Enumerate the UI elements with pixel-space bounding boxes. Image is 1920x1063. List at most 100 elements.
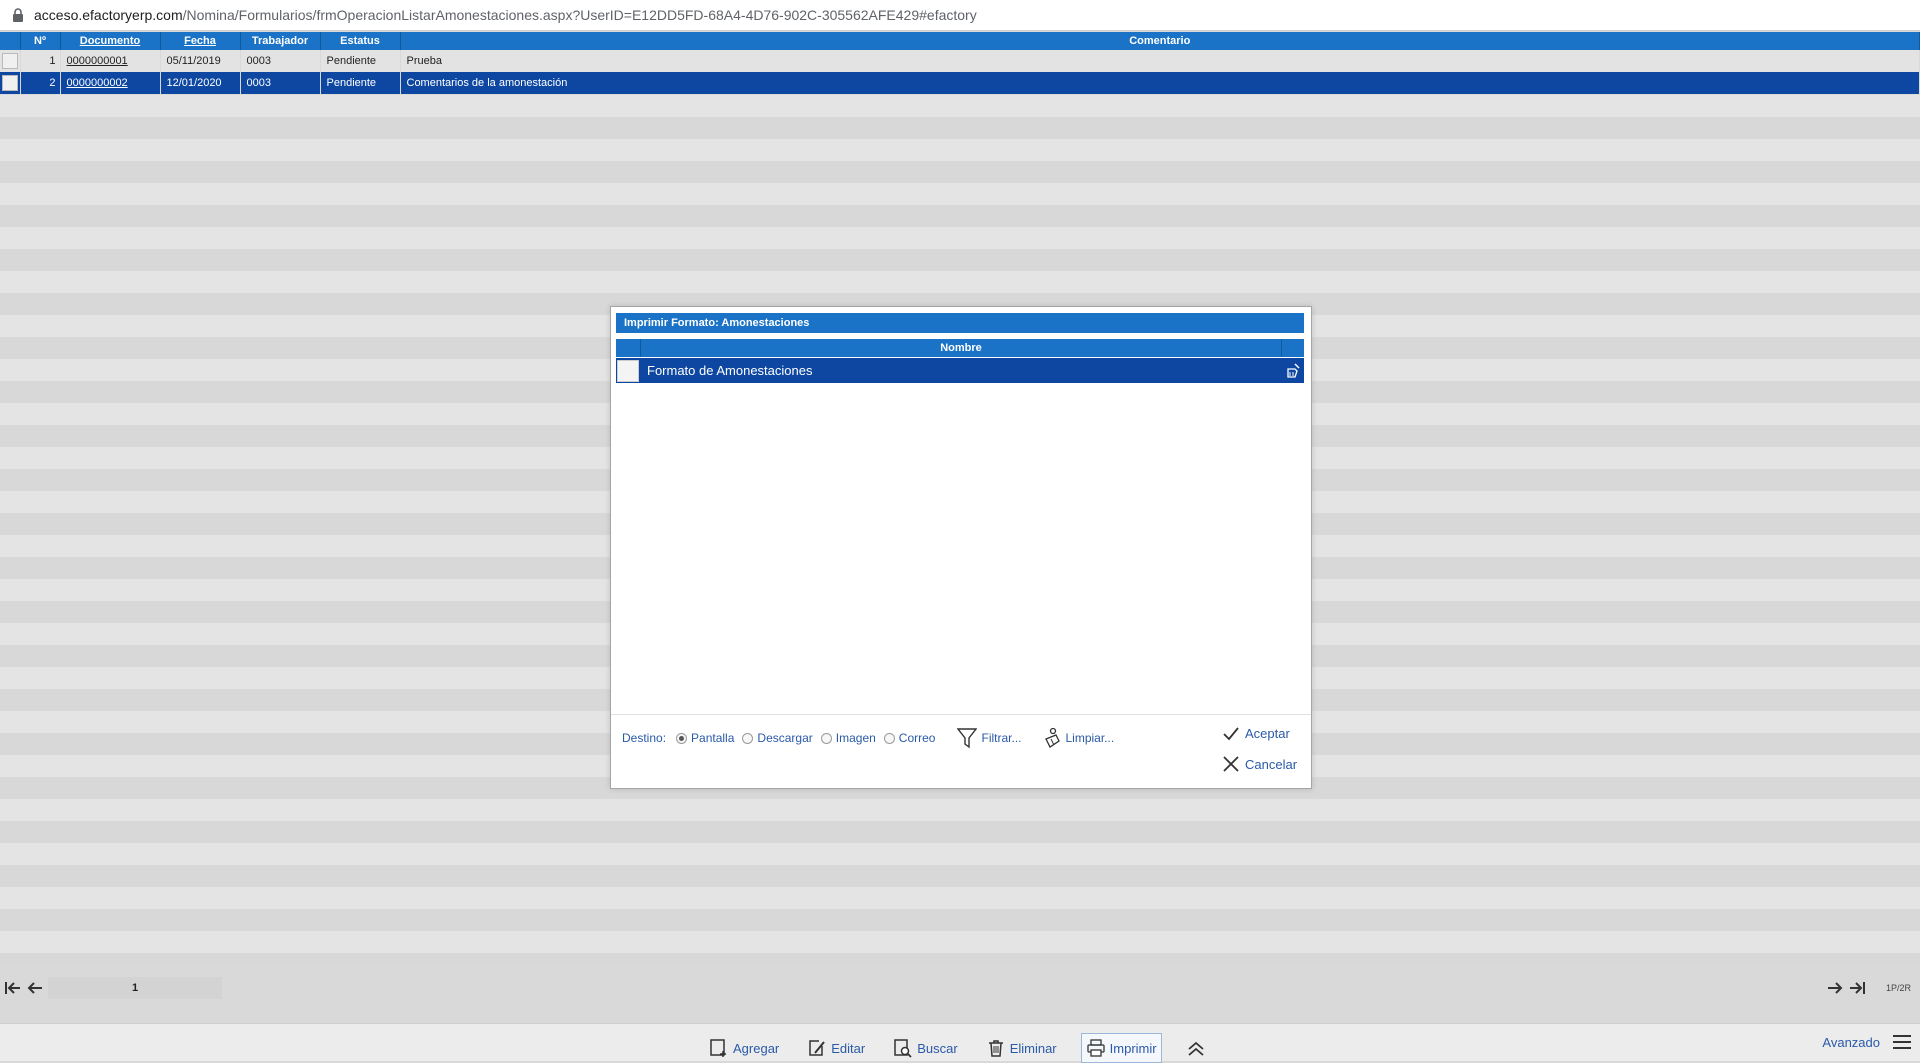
cell-estatus: Pendiente <box>320 50 400 72</box>
broom-icon <box>1044 727 1060 748</box>
table-row-selected[interactable]: 2 0000000002 12/01/2020 0003 Pendiente C… <box>0 72 1920 94</box>
header-fecha[interactable]: Fecha <box>160 32 241 50</box>
imprimir-label: Imprimir <box>1109 1040 1157 1056</box>
close-icon <box>1223 756 1239 772</box>
filtrar-button[interactable]: Filtrar... <box>957 727 1022 749</box>
format-checkbox[interactable] <box>617 359 639 382</box>
dialog-title: Imprimir Formato: Amonestaciones <box>616 313 1304 333</box>
expand-toolbar-button[interactable] <box>1182 1034 1210 1062</box>
buscar-label: Buscar <box>917 1040 958 1056</box>
cleaning-brush-icon <box>1287 362 1300 378</box>
dialog-footer: Destino: Pantalla Descargar Imagen Corre… <box>611 714 1311 789</box>
imprimir-button[interactable]: Imprimir <box>1080 1033 1162 1063</box>
edit-document-icon <box>809 1040 826 1056</box>
next-page-button[interactable] <box>1824 977 1846 999</box>
url-text: acceso.efactoryerp.com/Nomina/Formulario… <box>34 7 977 23</box>
avanzado-link[interactable]: Avanzado <box>1822 1035 1880 1050</box>
last-page-button[interactable] <box>1846 977 1868 999</box>
aceptar-label: Aceptar <box>1245 726 1290 741</box>
table-row[interactable]: 1 0000000001 05/11/2019 0003 Pendiente P… <box>0 50 1920 72</box>
row-checkbox[interactable] <box>2 53 18 69</box>
destino-label: Destino: <box>622 731 667 745</box>
header-trabajador: Trabajador <box>240 32 321 50</box>
radio-correo[interactable] <box>883 732 895 744</box>
dialog-list-header: Nombre <box>616 339 1304 357</box>
record-count: 1P/2R <box>1886 983 1912 993</box>
destino-group: Destino: Pantalla Descargar Imagen Corre… <box>622 727 1114 749</box>
cell-comentario: Prueba <box>400 50 1920 72</box>
descargar-label: Descargar <box>757 731 813 745</box>
hamburger-menu-icon[interactable] <box>1892 1033 1912 1051</box>
header-nombre: Nombre <box>641 339 1282 357</box>
eliminar-label: Eliminar <box>1009 1040 1057 1056</box>
header-comentario: Comentario <box>400 32 1920 50</box>
page-number-box[interactable]: 1 <box>48 977 222 999</box>
printer-icon <box>1087 1039 1105 1057</box>
option-pantalla[interactable]: Pantalla <box>676 731 734 745</box>
add-document-icon <box>710 1039 726 1057</box>
agregar-button[interactable]: Agregar <box>705 1034 783 1062</box>
documento-link[interactable]: 0000000002 <box>67 77 128 89</box>
limpiar-label: Limpiar... <box>1065 731 1115 745</box>
cancelar-label: Cancelar <box>1245 756 1298 772</box>
sort-fecha-link[interactable]: Fecha <box>184 35 216 47</box>
eliminar-button[interactable]: Eliminar <box>982 1034 1061 1062</box>
agregar-label: Agregar <box>733 1040 780 1056</box>
cell-num: 1 <box>20 50 60 72</box>
last-page-icon <box>1850 982 1865 994</box>
filter-icon <box>957 728 978 749</box>
radio-pantalla[interactable] <box>676 732 688 744</box>
cell-documento[interactable]: 0000000001 <box>60 50 160 72</box>
format-action[interactable] <box>1282 362 1304 379</box>
cell-estatus: Pendiente <box>320 72 400 94</box>
prev-page-button[interactable] <box>24 977 46 999</box>
pantalla-label: Pantalla <box>691 731 735 745</box>
format-name: Formato de Amonestaciones <box>647 363 813 378</box>
cell-fecha: 12/01/2020 <box>160 72 240 94</box>
grid-header: Nº Documento Fecha Trabajador Estatus Co… <box>0 32 1920 50</box>
editar-button[interactable]: Editar <box>803 1034 869 1062</box>
sort-documento-link[interactable]: Documento <box>80 35 141 47</box>
lock-icon <box>13 8 23 22</box>
cell-trabajador: 0003 <box>240 50 320 72</box>
header-estatus: Estatus <box>320 32 401 50</box>
option-imagen[interactable]: Imagen <box>820 731 876 745</box>
print-format-dialog: Imprimir Formato: Amonestaciones Nombre … <box>610 306 1312 789</box>
buscar-button[interactable]: Buscar <box>889 1034 961 1062</box>
filtrar-label: Filtrar... <box>981 731 1022 745</box>
cancelar-button[interactable]: Cancelar <box>1223 756 1297 772</box>
double-chevron-up-icon <box>1188 1041 1204 1056</box>
amonestaciones-grid: Nº Documento Fecha Trabajador Estatus Co… <box>0 32 1920 94</box>
imagen-label: Imagen <box>835 731 876 745</box>
header-num: Nº <box>20 32 61 50</box>
aceptar-button[interactable]: Aceptar <box>1223 726 1290 741</box>
pager: 1 1P/2R <box>0 975 1920 1001</box>
bottom-toolbar: Agregar Editar Buscar Eliminar Imprimir … <box>0 1023 1920 1063</box>
search-document-icon <box>894 1039 912 1058</box>
arrow-left-icon <box>27 982 42 994</box>
documento-link[interactable]: 0000000001 <box>67 55 128 67</box>
option-correo[interactable]: Correo <box>883 731 936 745</box>
header-select <box>616 339 641 357</box>
header-documento[interactable]: Documento <box>60 32 161 50</box>
option-descargar[interactable]: Descargar <box>742 731 813 745</box>
format-list-item[interactable]: Formato de Amonestaciones <box>616 358 1304 383</box>
trash-icon <box>988 1040 1003 1057</box>
radio-descargar[interactable] <box>742 732 754 744</box>
first-page-icon <box>5 982 20 994</box>
cell-fecha: 05/11/2019 <box>160 50 240 72</box>
editar-label: Editar <box>831 1040 866 1056</box>
correo-label: Correo <box>898 731 936 745</box>
row-checkbox[interactable] <box>2 75 18 91</box>
checkmark-icon <box>1223 726 1239 740</box>
address-bar[interactable]: acceso.efactoryerp.com/Nomina/Formulario… <box>0 0 1920 31</box>
cell-comentario: Comentarios de la amonestación <box>400 72 1920 94</box>
arrow-right-icon <box>1828 982 1843 994</box>
first-page-button[interactable] <box>2 977 24 999</box>
cell-trabajador: 0003 <box>240 72 320 94</box>
cell-documento[interactable]: 0000000002 <box>60 72 160 94</box>
cell-num: 2 <box>20 72 60 94</box>
limpiar-button[interactable]: Limpiar... <box>1042 727 1115 749</box>
header-select <box>0 32 21 50</box>
radio-imagen[interactable] <box>820 732 832 744</box>
